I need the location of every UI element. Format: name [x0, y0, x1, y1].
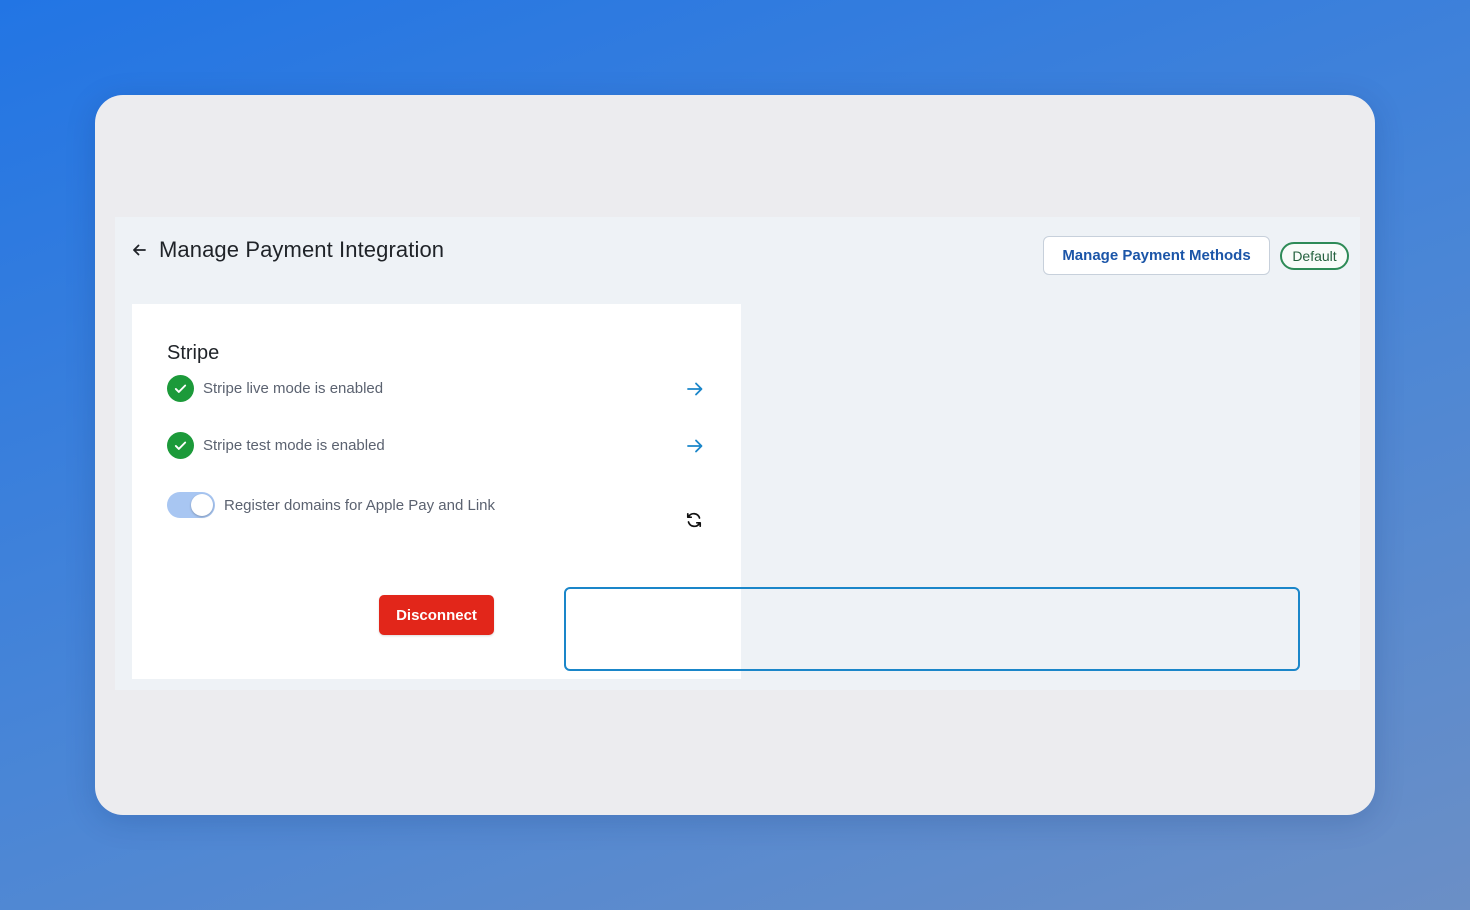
refresh-icon[interactable]	[683, 509, 705, 531]
test-mode-arrow-right-icon[interactable]	[685, 436, 705, 456]
register-domains-toggle[interactable]	[167, 492, 215, 518]
payment-integration-panel: Manage Payment Integration Manage Paymen…	[115, 217, 1360, 690]
register-domains-row: Register domains for Apple Pay and Link	[167, 492, 495, 518]
live-mode-label: Stripe live mode is enabled	[203, 380, 384, 397]
toggle-knob	[191, 494, 213, 516]
check-circle-icon	[167, 375, 194, 402]
test-mode-label: Stripe test mode is enabled	[203, 437, 385, 454]
highlight-box	[564, 587, 1300, 671]
app-window: Manage Payment Integration Manage Paymen…	[95, 95, 1375, 815]
arrow-left-icon[interactable]	[129, 240, 149, 260]
live-mode-arrow-right-icon[interactable]	[685, 379, 705, 399]
page-header: Manage Payment Integration	[129, 237, 444, 263]
default-badge: Default	[1280, 242, 1349, 270]
manage-payment-methods-button[interactable]: Manage Payment Methods	[1043, 236, 1270, 275]
test-mode-row: Stripe test mode is enabled	[167, 432, 385, 459]
register-domains-label: Register domains for Apple Pay and Link	[224, 496, 495, 514]
check-circle-icon	[167, 432, 194, 459]
card-title: Stripe	[167, 342, 220, 364]
page-title: Manage Payment Integration	[159, 237, 445, 262]
disconnect-button[interactable]: Disconnect	[379, 595, 494, 635]
live-mode-row: Stripe live mode is enabled	[167, 375, 383, 402]
